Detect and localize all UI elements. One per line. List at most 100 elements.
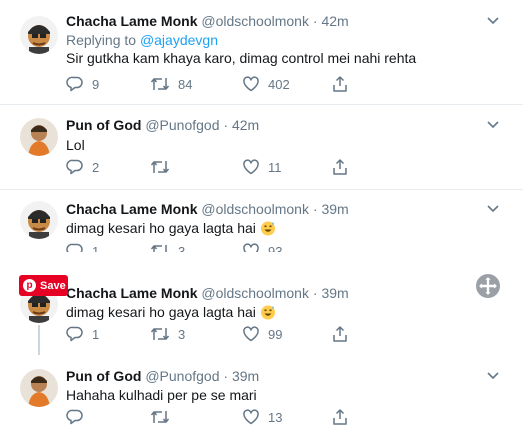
reply-icon: [66, 326, 83, 342]
tweet-header: Chacha Lame Monk @oldschoolmonk · 39m: [66, 284, 349, 302]
separator-dot: ·: [223, 368, 229, 384]
tweet-actions: 1 3 93: [66, 242, 366, 252]
timestamp[interactable]: 39m: [232, 368, 259, 384]
chevron-down-icon[interactable]: [486, 14, 500, 28]
retweet-count: 84: [178, 76, 193, 92]
heart-icon: [243, 243, 259, 252]
separator-dot: ·: [312, 13, 318, 29]
expand-button[interactable]: [476, 274, 500, 298]
timestamp[interactable]: 42m: [232, 117, 259, 133]
pinterest-icon: p: [23, 279, 36, 292]
like-count: 99: [268, 326, 283, 342]
like-button[interactable]: 93: [242, 242, 282, 252]
retweet-icon: [150, 411, 170, 423]
retweet-count: 3: [178, 243, 186, 253]
reply-button[interactable]: 1: [66, 325, 99, 343]
save-label: Save: [40, 279, 66, 292]
avatar[interactable]: [20, 16, 58, 54]
reply-button[interactable]: [66, 408, 92, 426]
user-handle[interactable]: @oldschoolmonk: [201, 201, 309, 217]
separator-dot: ·: [223, 117, 229, 133]
retweet-icon: [150, 328, 170, 340]
user-handle[interactable]: @oldschoolmonk: [201, 13, 309, 29]
like-count: 13: [268, 409, 283, 425]
avatar[interactable]: [20, 201, 58, 239]
tweet[interactable]: Pun of God @Punofgod · 39m Hahaha kulhad…: [0, 367, 523, 435]
replying-to-label: Replying to: [66, 32, 140, 48]
user-handle[interactable]: @Punofgod: [145, 117, 219, 133]
expand-icon: [479, 277, 497, 295]
tweet[interactable]: Chacha Lame Monk @oldschoolmonk · 39m di…: [0, 200, 523, 252]
reply-count: 1: [92, 243, 100, 253]
retweet-button[interactable]: [150, 408, 178, 426]
retweet-button[interactable]: 3: [150, 325, 185, 343]
display-name[interactable]: Chacha Lame Monk: [66, 285, 197, 301]
reply-count: 1: [92, 326, 100, 342]
share-icon: [333, 76, 347, 92]
reply-count: 2: [92, 159, 100, 175]
tweet-header: Chacha Lame Monk @oldschoolmonk · 42m: [66, 12, 349, 30]
retweet-button[interactable]: 3: [150, 242, 185, 252]
pinterest-save-button[interactable]: p Save: [19, 275, 68, 296]
tweet-divider: [0, 189, 523, 190]
share-button[interactable]: [331, 325, 349, 343]
reply-button[interactable]: 9: [66, 75, 99, 93]
separator-dot: ·: [312, 201, 318, 217]
user-handle[interactable]: @Punofgod: [145, 368, 219, 384]
tweet-text: dimag kesari ho gaya lagta hai: [66, 303, 276, 321]
heart-icon: [243, 76, 259, 92]
timestamp[interactable]: 39m: [321, 285, 348, 301]
tweet-actions: 2 11: [66, 158, 366, 176]
reply-icon: [66, 159, 83, 175]
reply-count: 9: [92, 76, 100, 92]
share-button[interactable]: [331, 75, 349, 93]
timestamp[interactable]: 39m: [321, 201, 348, 217]
tweet-divider: [0, 104, 523, 105]
retweet-button[interactable]: [150, 158, 178, 176]
tweet-header: Pun of God @Punofgod · 42m: [66, 116, 259, 134]
display-name[interactable]: Chacha Lame Monk: [66, 13, 197, 29]
chevron-down-icon[interactable]: [486, 202, 500, 216]
tweet-text: Hahaha kulhadi per pe se mari: [66, 387, 257, 403]
like-count: 93: [268, 243, 283, 253]
like-count: 402: [268, 76, 290, 92]
share-button[interactable]: [331, 408, 349, 426]
timestamp[interactable]: 42m: [321, 13, 348, 29]
avatar[interactable]: [20, 369, 58, 407]
display-name[interactable]: Pun of God: [66, 368, 141, 384]
tweet[interactable]: Chacha Lame Monk @oldschoolmonk · 42m Re…: [0, 12, 523, 102]
like-button[interactable]: 13: [242, 408, 282, 426]
tweet-actions: 13: [66, 408, 366, 426]
replying-to: Replying to @ajaydevgn: [66, 32, 218, 48]
reply-icon: [66, 409, 83, 425]
share-icon: [333, 409, 347, 425]
like-button[interactable]: 11: [242, 158, 282, 176]
tweet-header: Pun of God @Punofgod · 39m: [66, 367, 259, 385]
tweet-text-content: dimag kesari ho gaya lagta hai: [66, 304, 256, 320]
reply-icon: [66, 76, 83, 92]
retweet-button[interactable]: 84: [150, 75, 192, 93]
display-name[interactable]: Pun of God: [66, 117, 141, 133]
retweet-icon: [150, 161, 170, 173]
avatar[interactable]: [20, 118, 58, 156]
like-button[interactable]: 402: [242, 75, 290, 93]
tweet[interactable]: Chacha Lame Monk @oldschoolmonk · 39m di…: [0, 284, 523, 354]
grinning-sweat-emoji: [260, 221, 275, 236]
separator-dot: ·: [312, 285, 318, 301]
mention-link[interactable]: @ajaydevgn: [140, 32, 218, 48]
display-name[interactable]: Chacha Lame Monk: [66, 201, 197, 217]
user-handle[interactable]: @oldschoolmonk: [201, 285, 309, 301]
tweet[interactable]: Pun of God @Punofgod · 42m Lol 2 11: [0, 116, 523, 186]
tweet-text-content: dimag kesari ho gaya lagta hai: [66, 220, 256, 236]
reply-button[interactable]: 2: [66, 158, 99, 176]
chevron-down-icon[interactable]: [486, 369, 500, 383]
retweet-icon: [150, 78, 170, 90]
share-button[interactable]: [331, 158, 349, 176]
retweet-icon: [150, 245, 167, 252]
chevron-down-icon[interactable]: [486, 118, 500, 132]
tweet-actions: 1 3 99: [66, 325, 366, 343]
reply-button[interactable]: 1: [66, 242, 99, 252]
heart-icon: [243, 159, 259, 175]
share-icon: [333, 326, 347, 342]
like-button[interactable]: 99: [242, 325, 282, 343]
